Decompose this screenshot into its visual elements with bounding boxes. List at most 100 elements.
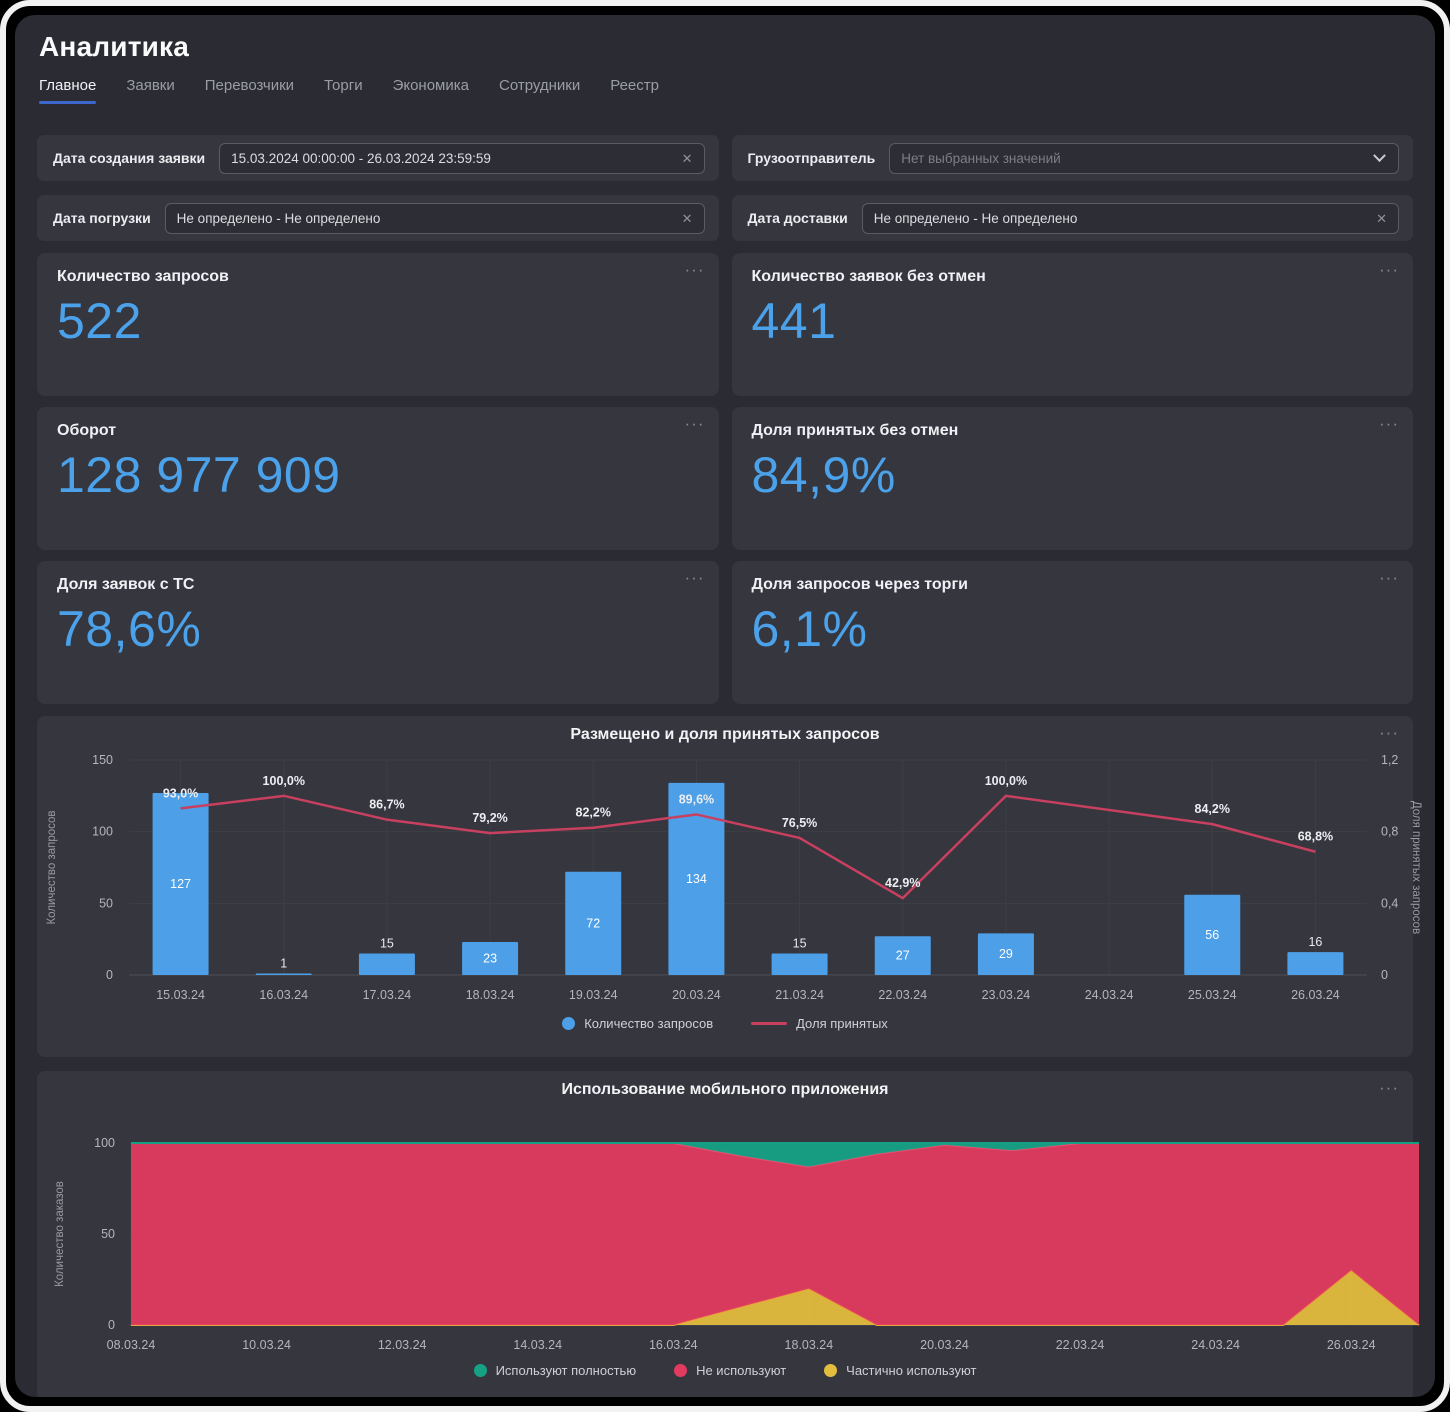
filter-label: Грузоотправитель <box>748 150 876 166</box>
legend-label: Количество запросов <box>584 1016 713 1031</box>
legend-item[interactable]: Частично используют <box>824 1363 976 1378</box>
filter-value: Нет выбранных значений <box>901 151 1367 166</box>
shipper-input[interactable]: Нет выбранных значений <box>889 143 1399 174</box>
card-menu-icon[interactable]: ··· <box>1379 261 1399 278</box>
svg-text:16: 16 <box>1308 935 1322 949</box>
svg-text:23.03.24: 23.03.24 <box>982 988 1031 1002</box>
svg-text:15: 15 <box>793 937 807 951</box>
svg-text:15: 15 <box>380 937 394 951</box>
svg-text:22.03.24: 22.03.24 <box>878 988 927 1002</box>
kpi-card-orders-without-cancel: ···Количество заявок без отмен441 <box>732 253 1414 396</box>
svg-text:134: 134 <box>686 872 707 886</box>
filter-label: Дата погрузки <box>53 210 151 226</box>
bar-line-chart: 15.03.2416.03.2417.03.2418.03.2419.03.24… <box>37 748 1427 1014</box>
svg-text:0,8: 0,8 <box>1381 825 1398 839</box>
svg-text:Количество заказов: Количество заказов <box>54 1181 66 1287</box>
clear-icon[interactable]: ✕ <box>1376 212 1387 225</box>
svg-text:93,0%: 93,0% <box>163 786 198 800</box>
svg-text:18.03.24: 18.03.24 <box>466 988 515 1002</box>
svg-text:24.03.24: 24.03.24 <box>1085 988 1134 1002</box>
legend-label: Частично используют <box>846 1363 976 1378</box>
svg-text:26.03.24: 26.03.24 <box>1291 988 1340 1002</box>
svg-text:84,2%: 84,2% <box>1195 802 1230 816</box>
filter-label: Дата доставки <box>748 210 848 226</box>
svg-text:22.03.24: 22.03.24 <box>1056 1338 1105 1352</box>
svg-text:82,2%: 82,2% <box>576 806 611 820</box>
kpi-value: 441 <box>752 292 1394 350</box>
kpi-title: Количество запросов <box>57 268 699 286</box>
svg-text:0: 0 <box>1381 968 1388 982</box>
filter-value: Не определено - Не определено <box>874 211 1368 226</box>
legend-dot-marker <box>562 1017 575 1030</box>
page-title: Аналитика <box>39 31 1413 63</box>
svg-text:100: 100 <box>94 1136 115 1150</box>
filter-loading-date: Дата погрузки Не определено - Не определе… <box>37 195 719 241</box>
card-menu-icon[interactable]: ··· <box>1379 415 1399 432</box>
legend-label: Используют полностью <box>496 1363 637 1378</box>
card-menu-icon[interactable]: ··· <box>1379 1079 1399 1096</box>
kpi-card-turnover: ···Оборот128 977 909 <box>37 407 719 550</box>
kpi-value: 84,9% <box>752 446 1394 504</box>
tab-экономика[interactable]: Экономика <box>393 77 469 104</box>
svg-text:19.03.24: 19.03.24 <box>569 988 618 1002</box>
svg-text:50: 50 <box>101 1227 115 1241</box>
svg-text:127: 127 <box>170 877 191 891</box>
svg-text:16.03.24: 16.03.24 <box>649 1338 698 1352</box>
card-menu-icon[interactable]: ··· <box>685 261 705 278</box>
analytics-dashboard: Аналитика Главное Заявки Перевозчики Торги Э… <box>15 15 1435 1397</box>
svg-text:23: 23 <box>483 952 497 966</box>
card-menu-icon[interactable]: ··· <box>1379 724 1399 741</box>
svg-text:29: 29 <box>999 947 1013 961</box>
legend-label: Доля принятых <box>796 1016 888 1031</box>
kpi-value: 6,1% <box>752 600 1394 658</box>
tab-торги[interactable]: Торги <box>324 77 363 104</box>
svg-text:100,0%: 100,0% <box>263 774 305 788</box>
kpi-title: Доля принятых без отмен <box>752 422 1394 440</box>
legend-item[interactable]: Используют полностью <box>474 1363 637 1378</box>
chart-title: Использование мобильного приложения <box>37 1081 1413 1099</box>
kpi-card-orders-with-vehicle-share: ···Доля заявок с ТС78,6% <box>37 561 719 704</box>
svg-text:72: 72 <box>586 916 600 930</box>
kpi-value: 522 <box>57 292 699 350</box>
filter-value: Не определено - Не определено <box>177 211 674 226</box>
request-created-date-input[interactable]: 15.03.2024 00:00:00 - 26.03.2024 23:59:5… <box>219 143 704 174</box>
svg-text:1: 1 <box>280 957 287 971</box>
legend-item[interactable]: Доля принятых <box>751 1016 888 1031</box>
tab-реестр[interactable]: Реестр <box>610 77 659 104</box>
svg-text:68,8%: 68,8% <box>1298 830 1333 844</box>
chevron-down-icon[interactable] <box>1373 149 1386 162</box>
svg-text:0: 0 <box>106 968 113 982</box>
tab-перевозчики[interactable]: Перевозчики <box>205 77 294 104</box>
chart-legend: Количество запросов Доля принятых <box>37 1016 1413 1031</box>
tab-заявки[interactable]: Заявки <box>126 77 174 104</box>
filters-grid: Дата создания заявки15.03.2024 00:00:00 … <box>37 135 1413 241</box>
clear-icon[interactable]: ✕ <box>682 212 693 225</box>
svg-text:86,7%: 86,7% <box>369 798 404 812</box>
filter-delivery-date: Дата доставки Не определено - Не определе… <box>732 195 1414 241</box>
card-menu-icon[interactable]: ··· <box>685 569 705 586</box>
svg-text:26.03.24: 26.03.24 <box>1327 1338 1376 1352</box>
svg-text:42,9%: 42,9% <box>885 876 920 890</box>
kpi-card-requests-count: ···Количество запросов 522 <box>37 253 719 396</box>
tab-сотрудники[interactable]: Сотрудники <box>499 77 580 104</box>
filter-shipper: Грузоотправитель Нет выбранных значений <box>732 135 1414 181</box>
legend-item[interactable]: Количество запросов <box>562 1016 713 1031</box>
legend-item[interactable]: Не используют <box>674 1363 786 1378</box>
stacked-area-chart: 05010008.03.2410.03.2412.03.2414.03.2416… <box>37 1103 1433 1361</box>
card-menu-icon[interactable]: ··· <box>1379 569 1399 586</box>
loading-date-input[interactable]: Не определено - Не определено ✕ <box>165 203 705 234</box>
screen-frame: Аналитика Главное Заявки Перевозчики Торги Э… <box>0 0 1450 1412</box>
svg-text:20.03.24: 20.03.24 <box>672 988 721 1002</box>
svg-text:50: 50 <box>99 896 113 910</box>
svg-text:100,0%: 100,0% <box>985 774 1027 788</box>
kpi-grid: ···Количество запросов522···Количество з… <box>37 253 1413 704</box>
clear-icon[interactable]: ✕ <box>682 152 693 165</box>
svg-text:1,2: 1,2 <box>1381 753 1398 767</box>
svg-text:0: 0 <box>108 1318 115 1332</box>
svg-text:24.03.24: 24.03.24 <box>1191 1338 1240 1352</box>
legend-label: Не используют <box>696 1363 786 1378</box>
svg-text:100: 100 <box>92 825 113 839</box>
card-menu-icon[interactable]: ··· <box>685 415 705 432</box>
tab-главное[interactable]: Главное <box>39 77 96 104</box>
delivery-date-input[interactable]: Не определено - Не определено ✕ <box>862 203 1399 234</box>
